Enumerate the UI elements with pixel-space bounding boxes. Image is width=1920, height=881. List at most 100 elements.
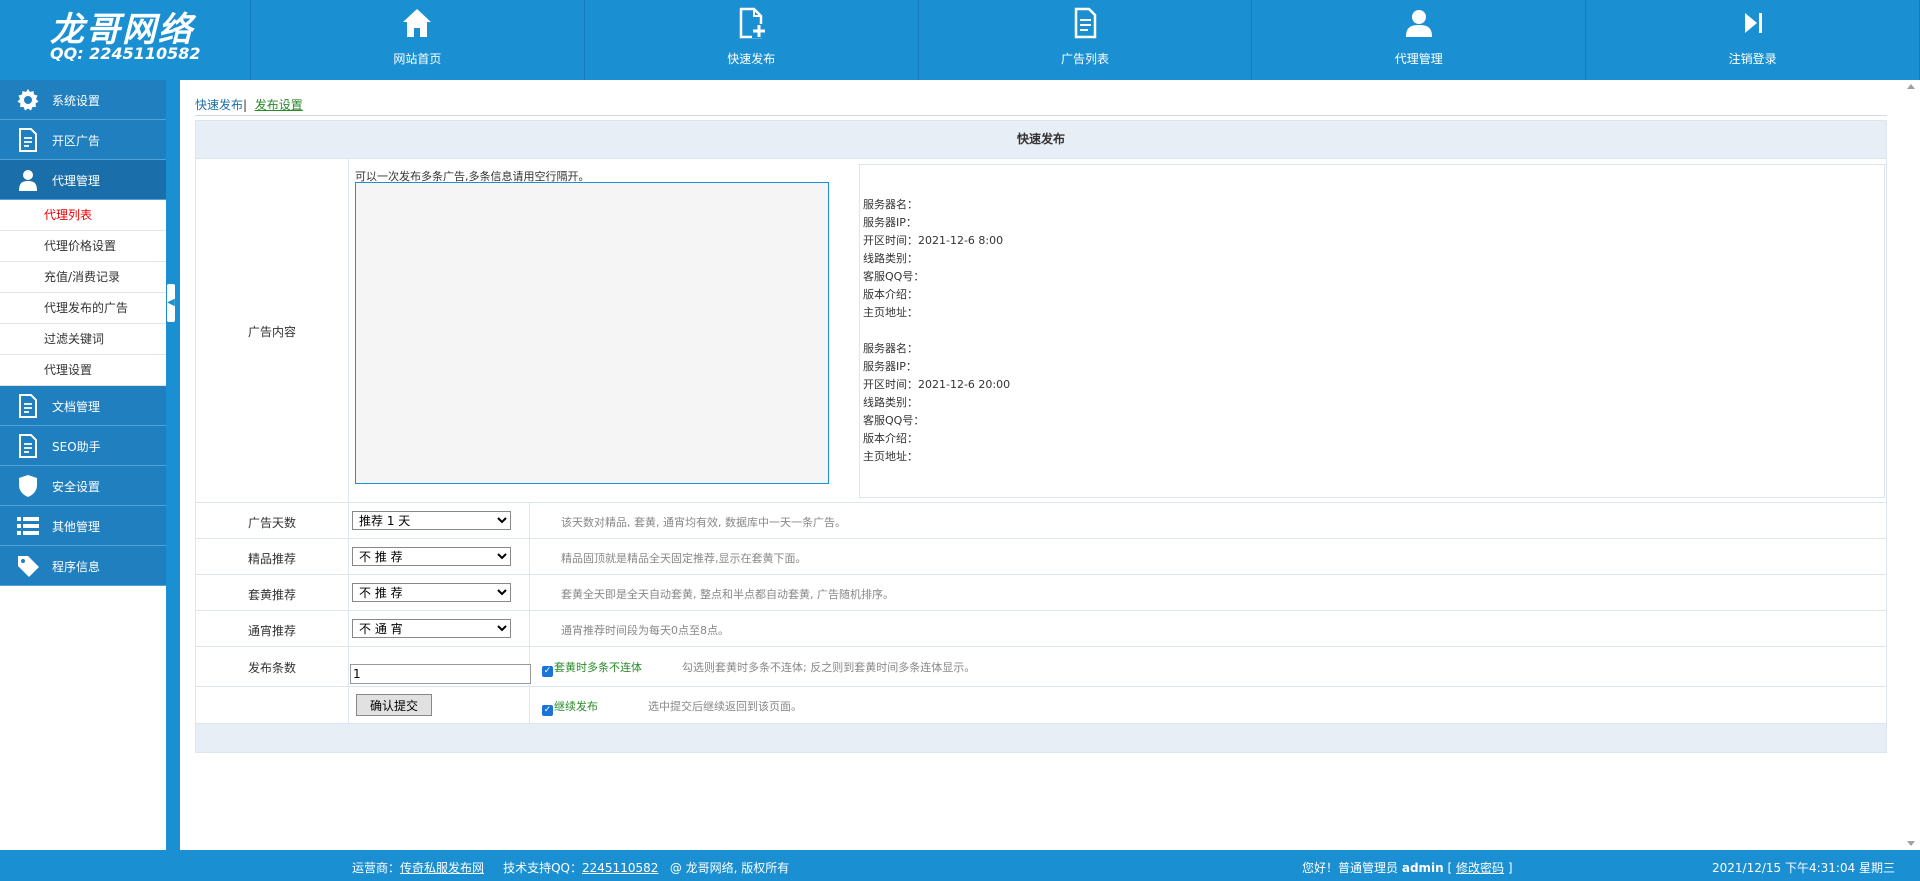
ad-content-textarea[interactable] [355, 182, 829, 484]
footer-bracket: [ [1447, 861, 1453, 875]
continue-publish-checkbox-label: 继续发布 [554, 700, 598, 713]
tab-separator: | [243, 98, 248, 112]
brand-qq: QQ: 2245110582 [50, 44, 201, 63]
tab-divider [195, 115, 1887, 116]
content-row: 广告内容 可以一次发布多条广告,多条信息请用空行隔开。 服务器名： 服务器IP：… [196, 159, 1886, 503]
tab-bar: 快速发布| 发布设置 [195, 96, 303, 113]
sidebar-item-label: 其他管理 [52, 520, 101, 534]
continue-publish-checkbox[interactable]: ✓ 继续发布 [542, 698, 598, 716]
divider [529, 575, 530, 610]
divider [529, 539, 530, 574]
tab-publish-settings[interactable]: 发布设置 [255, 98, 303, 112]
days-select[interactable]: 推荐 1 天 [352, 511, 511, 530]
sidebar-item-security[interactable]: 安全设置 [0, 466, 166, 506]
sidebar-collapse-handle[interactable]: ◀ [167, 284, 175, 322]
days-row: 广告天数 推荐 1 天 该天数对精品, 套黄, 通宵均有效, 数据库中一天一条广… [196, 503, 1886, 539]
footer: 运营商：传奇私服发布网 技术支持QQ：2245110582 @ 龙哥网络, 版权… [0, 850, 1920, 881]
server-info-panel: 服务器名： 服务器IP： 开区时间：2021-12-6 8:00 线路类别： 客… [859, 164, 1885, 498]
sidebar-item-seo[interactable]: SEO助手 [0, 426, 166, 466]
divider [348, 575, 349, 610]
sidebar-item-agent-manage[interactable]: 代理管理 [0, 160, 166, 200]
shield-icon [19, 475, 37, 497]
count-note: 勾选则套黄时多条不连体; 反之则到套黄时间多条连体显示。 [682, 661, 976, 674]
server-info-line: 线路类别： [863, 396, 918, 409]
count-input[interactable] [350, 664, 531, 684]
change-password-link[interactable]: 修改密码 [1456, 861, 1504, 875]
sidebar-item-server-ads[interactable]: 开区广告 [0, 120, 166, 160]
sidebar: 系统设置 开区广告 代理管理 代理列表 代理价格设置 充值/消费记录 代理发布的… [0, 80, 167, 868]
scroll-down-icon[interactable] [1907, 841, 1915, 846]
sidebar-sub-recharge-records[interactable]: 充值/消费记录 [0, 262, 166, 293]
footer-operator-prefix: 运营商： [352, 861, 401, 875]
checkbox-checked-icon: ✓ [542, 666, 553, 677]
sidebar-item-other-manage[interactable]: 其他管理 [0, 506, 166, 546]
sidebar-item-program-info[interactable]: 程序信息 [0, 546, 166, 586]
footer-support-prefix: 技术支持QQ： [503, 861, 583, 875]
premium-note: 精品固顶就是精品全天固定推荐,显示在套黄下面。 [561, 552, 807, 565]
premium-label: 精品推荐 [247, 552, 296, 566]
nav-ad-list-label: 广告列表 [1060, 52, 1109, 66]
content-label: 广告内容 [247, 325, 296, 339]
divider [348, 503, 349, 538]
count-label: 发布条数 [247, 661, 296, 675]
night-select[interactable]: 不 通 宵 [352, 619, 511, 638]
top-nav: 网站首页 快速发布 广告列表 代理管理 注销登录 [251, 0, 1920, 80]
nav-ad-list[interactable]: 广告列表 [919, 0, 1253, 80]
night-label: 通宵推荐 [247, 624, 296, 638]
top-header: 龙哥网络 QQ: 2245110582 网站首页 快速发布 广告列表 代理管理 … [0, 0, 1920, 80]
nav-quick-publish-label: 快速发布 [727, 52, 776, 66]
server-info-line: 线路类别： [863, 252, 918, 265]
server-info-line: 主页地址： [863, 450, 918, 463]
no-merge-checkbox-label: 套黄时多条不连体 [554, 661, 642, 674]
nav-agent-manage[interactable]: 代理管理 [1252, 0, 1587, 80]
gear-icon [17, 89, 39, 111]
no-merge-checkbox[interactable]: ✓ 套黄时多条不连体 [542, 659, 642, 677]
server-info-line: 客服QQ号： [863, 270, 925, 283]
night-note: 通宵推荐时间段为每天0点至8点。 [561, 624, 729, 637]
night-row: 通宵推荐 不 通 宵 通宵推荐时间段为每天0点至8点。 [196, 611, 1886, 647]
scroll-up-icon[interactable] [1907, 84, 1915, 89]
sidebar-sub-agent-list[interactable]: 代理列表 [0, 200, 166, 231]
footer-bracket: ] [1507, 861, 1513, 875]
sidebar-item-system-settings[interactable]: 系统设置 [0, 80, 166, 120]
document-icon [19, 128, 37, 152]
sidebar-item-doc-manage[interactable]: 文档管理 [0, 386, 166, 426]
logo: 龙哥网络 QQ: 2245110582 [0, 0, 251, 80]
premium-select[interactable]: 不 推 荐 [352, 547, 511, 566]
gold-label: 套黄推荐 [247, 588, 296, 602]
nav-logout-label: 注销登录 [1728, 52, 1777, 66]
sidebar-sub-agent-price[interactable]: 代理价格设置 [0, 231, 166, 262]
form-title: 快速发布 [196, 121, 1886, 159]
sidebar-item-label: 程序信息 [52, 560, 101, 574]
sidebar-sub-filter-keywords[interactable]: 过滤关键词 [0, 324, 166, 355]
premium-row: 精品推荐 不 推 荐 精品固顶就是精品全天固定推荐,显示在套黄下面。 [196, 539, 1886, 575]
server-info-line: 服务器名： [863, 342, 918, 355]
tab-quick-publish[interactable]: 快速发布 [195, 98, 243, 112]
sidebar-sub-agent-settings[interactable]: 代理设置 [0, 355, 166, 386]
nav-logout[interactable]: 注销登录 [1586, 0, 1920, 80]
count-row: 发布条数 ✓套黄时多条不连体 勾选则套黄时多条不连体; 反之则到套黄时间多条连体… [196, 647, 1886, 687]
footer-support-link[interactable]: 2245110582 [582, 861, 658, 875]
divider [529, 611, 530, 646]
divider [348, 159, 349, 502]
checkbox-checked-icon: ✓ [542, 705, 553, 716]
sidebar-sub-agent-ads[interactable]: 代理发布的广告 [0, 293, 166, 324]
scrollbar[interactable] [1903, 80, 1920, 850]
nav-quick-publish[interactable]: 快速发布 [585, 0, 919, 80]
nav-home[interactable]: 网站首页 [251, 0, 585, 80]
server-info-line: 客服QQ号： [863, 414, 925, 427]
gold-row: 套黄推荐 不 推 荐 套黄全天即是全天自动套黄, 整点和半点都自动套黄, 广告随… [196, 575, 1886, 611]
list-icon [17, 517, 39, 535]
footer-user-info: 您好！普通管理员 admin [ 修改密码 ] [1302, 859, 1513, 876]
user-icon [1405, 10, 1432, 37]
footer-operator-link[interactable]: 传奇私服发布网 [400, 861, 484, 875]
document-icon [19, 434, 37, 458]
document-icon [19, 394, 37, 418]
submit-note: 选中提交后继续返回到该页面。 [648, 700, 802, 713]
server-info-line: 开区时间：2021-12-6 8:00 [863, 234, 1004, 247]
server-info-line: 开区时间：2021-12-6 20:00 [863, 378, 1011, 391]
divider [348, 539, 349, 574]
gold-select[interactable]: 不 推 荐 [352, 583, 511, 602]
submit-button[interactable]: 确认提交 [356, 694, 432, 716]
server-info-line: 主页地址： [863, 306, 918, 319]
